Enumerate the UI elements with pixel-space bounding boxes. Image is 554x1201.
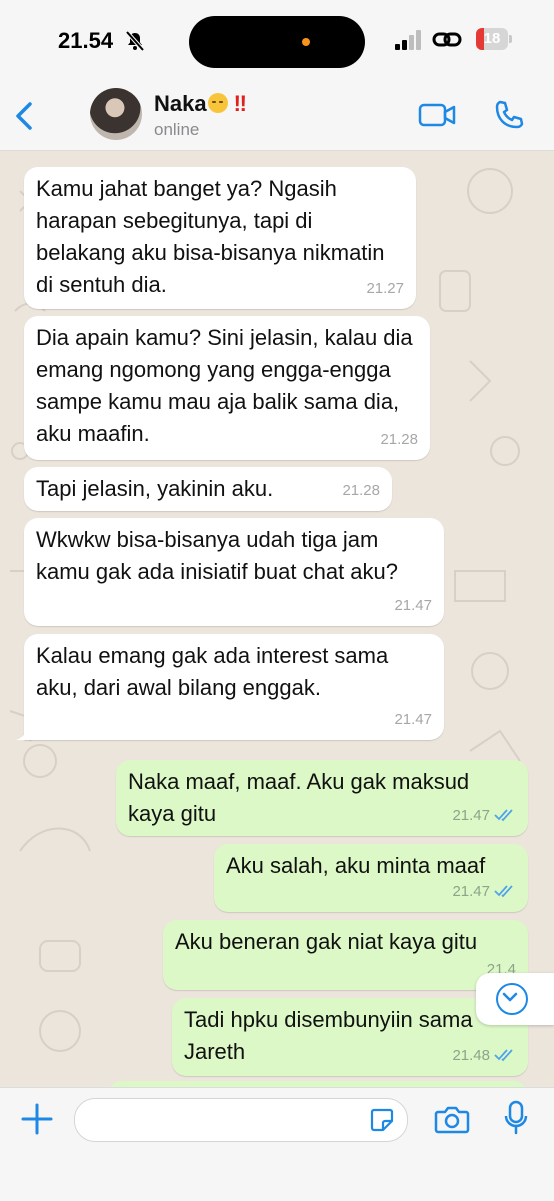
message-bubble-outgoing[interactable]: Aku salah, aku minta maaf 21.47 — [214, 844, 528, 912]
message-text: Wkwkw bisa-bisanya udah tiga jam kamu ga… — [36, 527, 399, 584]
back-chevron-icon[interactable] — [8, 96, 44, 136]
message-meta: 21.47 — [452, 876, 516, 908]
phone-call-icon[interactable] — [492, 98, 526, 132]
message-text: Aku beneran gak niat kaya gitu — [175, 929, 478, 954]
chat-header: Naka ‼ online — [0, 84, 554, 151]
pensive-face-emoji-icon — [207, 93, 228, 113]
cellular-signal-icon — [395, 30, 421, 50]
status-bar: 21.54 18 — [0, 0, 554, 84]
message-time: 21.47 — [452, 807, 490, 824]
read-receipt-icon — [494, 1049, 513, 1062]
message-bubble-incoming[interactable]: Wkwkw bisa-bisanya udah tiga jam kamu ga… — [24, 518, 444, 626]
read-receipt-icon — [494, 885, 513, 898]
message-bubble-incoming[interactable]: Tapi jelasin, yakinin aku. 21.28 — [24, 467, 392, 511]
message-time: 21.27 — [366, 280, 404, 297]
message-bubble-outgoing[interactable]: Naka maaf, maaf. Aku gak maksud kaya git… — [116, 760, 528, 836]
battery-level: 18 — [483, 30, 501, 47]
message-time: 21.28 — [342, 482, 380, 499]
video-call-icon[interactable] — [418, 100, 458, 130]
message-text: Kalau emang gak ada interest sama aku, d… — [36, 643, 389, 700]
battery-icon: 18 — [476, 28, 512, 50]
chevron-down-icon — [496, 983, 528, 1015]
message-input[interactable] — [74, 1098, 408, 1142]
message-bubble-incoming[interactable]: Kalau emang gak ada interest sama aku, d… — [16, 634, 444, 740]
status-time: 21.54 — [58, 28, 114, 53]
message-text: Kamu jahat banget ya? Ngasih harapan seb… — [36, 176, 385, 297]
message-time: 21.48 — [452, 1047, 490, 1064]
microphone-icon[interactable] — [504, 1100, 528, 1136]
bell-muted-icon — [125, 30, 145, 52]
read-receipt-icon — [494, 809, 513, 822]
contact-status: online — [154, 120, 200, 139]
message-bubble-outgoing[interactable]: Tadi hpku disembunyiin sama Jareth 21.48 — [172, 998, 528, 1076]
scroll-to-bottom-button[interactable] — [476, 973, 554, 1025]
message-time: 21.47 — [394, 597, 432, 614]
privacy-indicator-icon — [302, 38, 310, 46]
message-meta: 21.47 — [452, 800, 516, 832]
message-time: 21.28 — [380, 431, 418, 448]
contact-name-text: Naka — [154, 91, 207, 116]
message-bubble-incoming[interactable]: Dia apain kamu? Sini jelasin, kalau dia … — [24, 316, 430, 460]
chat-area[interactable]: Kamu jahat banget ya? Ngasih harapan seb… — [0, 151, 554, 1087]
double-exclamation-emoji: ‼ — [233, 91, 247, 116]
message-bubble-outgoing[interactable]: Aku beneran gak niat kaya gitu 21.4 — [163, 920, 528, 990]
message-time: 21.47 — [394, 711, 432, 728]
contact-avatar[interactable] — [90, 88, 142, 140]
message-meta: 21.48 — [452, 1040, 516, 1072]
message-bubble-incoming[interactable]: Kamu jahat banget ya? Ngasih harapan seb… — [24, 167, 416, 309]
bubble-tail — [16, 726, 30, 740]
sticker-icon[interactable] — [370, 1108, 394, 1132]
message-text: Dia apain kamu? Sini jelasin, kalau dia … — [36, 325, 413, 446]
camera-icon[interactable] — [434, 1104, 470, 1134]
message-time: 21.47 — [452, 883, 490, 900]
plus-attach-icon[interactable] — [20, 1102, 54, 1136]
personal-hotspot-icon — [432, 32, 462, 47]
contact-name[interactable]: Naka ‼ — [154, 91, 247, 117]
dynamic-island — [189, 16, 365, 68]
message-text: Tapi jelasin, yakinin aku. — [36, 476, 274, 501]
composer-bar — [0, 1087, 554, 1201]
